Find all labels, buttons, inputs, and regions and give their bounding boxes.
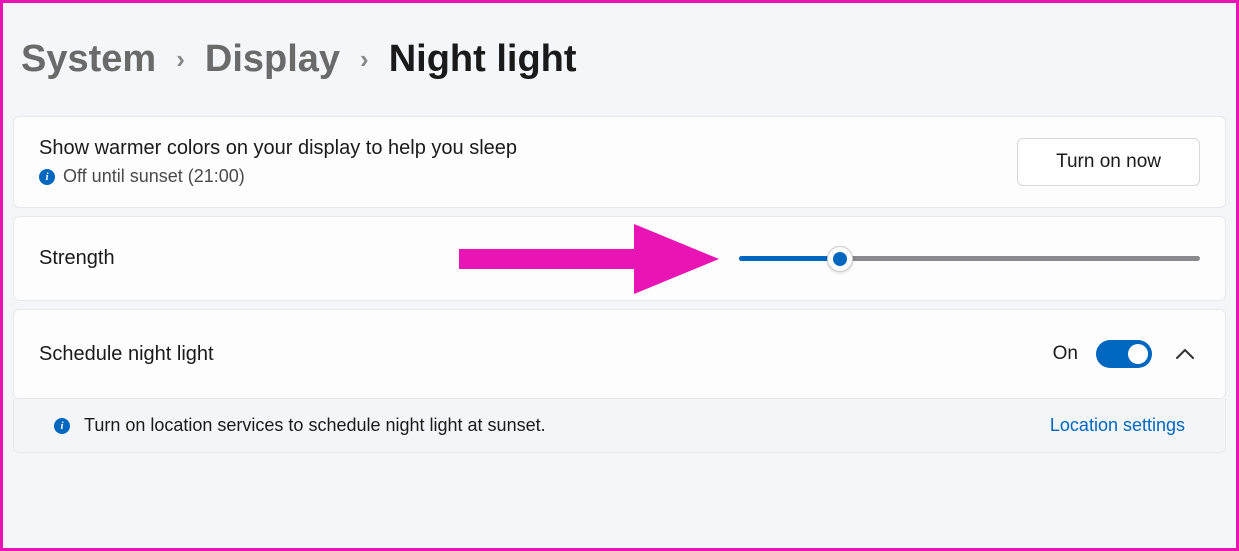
description-text: Show warmer colors on your display to he… xyxy=(39,137,517,160)
slider-thumb-inner xyxy=(833,252,847,266)
breadcrumb-display[interactable]: Display xyxy=(205,38,340,81)
turn-on-now-button[interactable]: Turn on now xyxy=(1017,138,1200,186)
info-icon: i xyxy=(39,169,55,185)
schedule-controls: On xyxy=(1053,340,1200,368)
strength-label: Strength xyxy=(39,247,439,270)
location-settings-link[interactable]: Location settings xyxy=(1050,415,1185,436)
status-row: i Off until sunset (21:00) xyxy=(39,166,517,187)
schedule-label: Schedule night light xyxy=(39,343,214,366)
chevron-right-icon: › xyxy=(174,44,187,75)
toggle-knob xyxy=(1128,344,1148,364)
annotation-arrow-icon xyxy=(459,219,719,299)
info-icon: i xyxy=(54,418,70,434)
description-block: Show warmer colors on your display to he… xyxy=(39,137,517,187)
slider-fill xyxy=(739,256,840,261)
chevron-right-icon: › xyxy=(358,44,371,75)
breadcrumb-system[interactable]: System xyxy=(21,38,156,81)
toggle-state-label: On xyxy=(1053,343,1078,365)
status-text: Off until sunset (21:00) xyxy=(63,166,245,187)
schedule-toggle[interactable] xyxy=(1096,340,1152,368)
breadcrumb: System › Display › Night light xyxy=(3,3,1236,116)
slider-thumb[interactable] xyxy=(827,246,853,272)
schedule-panel: Schedule night light On xyxy=(13,309,1226,399)
night-light-header-panel: Show warmer colors on your display to he… xyxy=(13,116,1226,208)
location-notice-text: Turn on location services to schedule ni… xyxy=(84,415,546,436)
location-notice-panel: i Turn on location services to schedule … xyxy=(13,399,1226,453)
location-notice-left: i Turn on location services to schedule … xyxy=(54,415,546,436)
page-title: Night light xyxy=(389,38,577,81)
chevron-up-icon[interactable] xyxy=(1170,344,1200,365)
strength-panel: Strength xyxy=(13,216,1226,301)
strength-slider[interactable] xyxy=(739,249,1200,269)
